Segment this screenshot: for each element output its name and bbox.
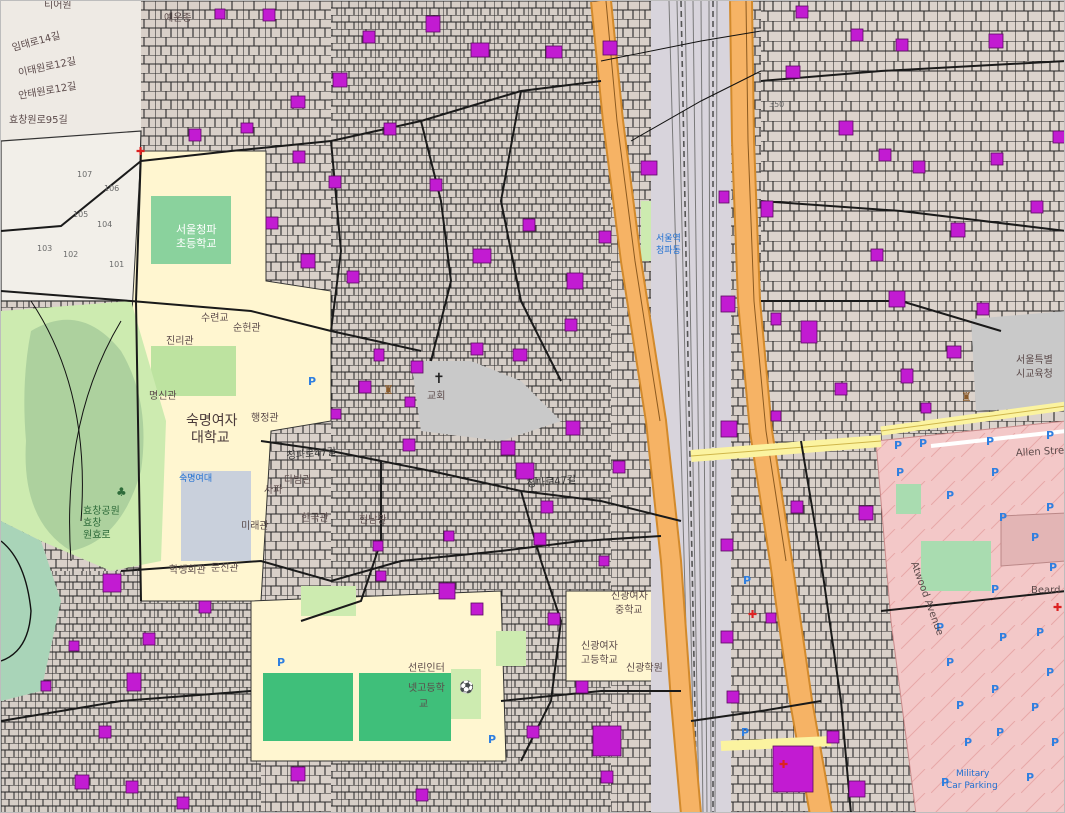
parking-icon: P xyxy=(964,736,972,749)
parking-icon: P xyxy=(1049,561,1057,574)
svg-text:행정관: 행정관 xyxy=(251,412,279,424)
label-top-left-2: 예운종 xyxy=(164,12,192,24)
svg-text:사파: 사파 xyxy=(264,484,282,496)
svg-text:서울청파: 서울청파 xyxy=(176,223,216,236)
parking-icon: P xyxy=(277,656,285,669)
svg-text:진리관: 진리관 xyxy=(166,335,194,347)
parking-icon: P xyxy=(743,574,751,587)
svg-text:현남관: 현남관 xyxy=(359,514,387,526)
svg-text:원효로: 원효로 xyxy=(83,529,111,541)
campus-green xyxy=(151,346,236,396)
parking-icon: P xyxy=(956,699,964,712)
hospital-icon: ✚ xyxy=(1053,601,1062,614)
campus-building-blue xyxy=(181,471,251,561)
parking-icon: P xyxy=(308,375,316,388)
label-military: Military xyxy=(956,769,990,779)
svg-text:105: 105 xyxy=(73,210,88,219)
parking-icon: P xyxy=(1026,771,1034,784)
parking-icon: P xyxy=(1046,501,1054,514)
hospital-icon: ✚ xyxy=(779,758,788,771)
apartment-complex xyxy=(1,130,142,302)
small-park-2 xyxy=(496,631,526,666)
svg-text:학생회관: 학생회관 xyxy=(169,564,206,576)
svg-text:신광학원: 신광학원 xyxy=(626,662,663,674)
parking-icon: P xyxy=(991,583,999,596)
parking-icon: P xyxy=(1051,736,1059,749)
pharmacy-icon: ✚ xyxy=(136,145,145,158)
svg-text:넷고등학: 넷고등학 xyxy=(408,682,445,694)
svg-text:고등학교: 고등학교 xyxy=(581,654,618,666)
parking-icon: P xyxy=(919,437,927,450)
svg-text:신광여자: 신광여자 xyxy=(611,590,648,602)
svg-text:미래관: 미래관 xyxy=(241,520,269,532)
svg-text:106: 106 xyxy=(104,184,119,193)
parking-icon: P xyxy=(1031,531,1039,544)
label-street-4: 효창원로95길 xyxy=(9,113,68,126)
svg-text:350: 350 xyxy=(769,100,784,109)
hospital-icon: ✚ xyxy=(748,608,757,621)
svg-text:명신관: 명신관 xyxy=(149,390,177,402)
sports-icon: ⚽ xyxy=(458,680,474,694)
svg-text:문신관: 문신관 xyxy=(211,562,239,574)
svg-text:효창공원: 효창공원 xyxy=(83,505,120,517)
svg-text:다빔관: 다빔관 xyxy=(284,474,312,486)
parking-icon: P xyxy=(999,511,1007,524)
svg-text:104: 104 xyxy=(97,220,112,229)
svg-text:대학교: 대학교 xyxy=(191,430,230,446)
landmark-icon: ♜ xyxy=(383,383,394,397)
parking-icon: P xyxy=(946,489,954,502)
svg-text:순헌관: 순헌관 xyxy=(233,322,261,334)
svg-text:선린인터: 선린인터 xyxy=(408,662,445,674)
svg-text:102: 102 xyxy=(63,250,78,259)
parking-icon: P xyxy=(991,466,999,479)
tree-icon: ♣ xyxy=(116,485,127,499)
svg-text:교: 교 xyxy=(419,699,428,710)
label-university: 숙명여자 xyxy=(186,413,238,429)
parking-icon: P xyxy=(986,435,994,448)
parking-icon: P xyxy=(741,726,749,739)
svg-text:시교육청: 시교육청 xyxy=(1016,368,1053,380)
svg-text:청파동: 청파동 xyxy=(656,245,681,256)
svg-text:교회: 교회 xyxy=(427,390,445,402)
svg-text:107: 107 xyxy=(77,170,92,179)
stadium-field-1 xyxy=(263,673,353,741)
svg-text:한국관: 한국관 xyxy=(301,512,329,524)
parking-icon: P xyxy=(896,466,904,479)
svg-text:신광여자: 신광여자 xyxy=(581,640,618,652)
landmark-icon: ♜ xyxy=(961,390,972,404)
svg-text:103: 103 xyxy=(37,244,52,253)
label-beard-ct: Beard Ct xyxy=(1031,585,1065,596)
parking-icon: P xyxy=(1036,626,1044,639)
map-view[interactable]: P P P P P P P P P P P P P P P P P P P P P P P P P P P… xyxy=(0,0,1065,813)
parking-icon: P xyxy=(1046,429,1054,442)
parking-icon: P xyxy=(488,733,496,746)
svg-text:서울특별: 서울특별 xyxy=(1016,354,1053,366)
svg-text:서울역: 서울역 xyxy=(656,233,681,244)
svg-text:숙명여대: 숙명여대 xyxy=(179,472,212,484)
parking-icon: P xyxy=(996,726,1004,739)
svg-text:수련교: 수련교 xyxy=(201,312,229,324)
map-canvas: P P P P P P P P P P P P P P P P P P P P P P P P P P P… xyxy=(1,1,1065,812)
parking-icon: P xyxy=(999,631,1007,644)
parking-icon: P xyxy=(894,439,902,452)
svg-text:중학교: 중학교 xyxy=(615,604,643,616)
military-field xyxy=(921,541,991,591)
svg-text:101: 101 xyxy=(109,260,124,269)
svg-text:초등학교: 초등학교 xyxy=(176,237,216,250)
svg-text:효창: 효창 xyxy=(83,517,101,529)
parking-icon: P xyxy=(991,683,999,696)
label-top-left-1: 티어원 xyxy=(44,1,72,11)
parking-icon: P xyxy=(946,656,954,669)
svg-text:Car Parking: Car Parking xyxy=(946,781,998,791)
parking-icon: P xyxy=(1031,701,1039,714)
church-icon: ✝ xyxy=(433,371,445,387)
parking-icon: P xyxy=(1046,666,1054,679)
